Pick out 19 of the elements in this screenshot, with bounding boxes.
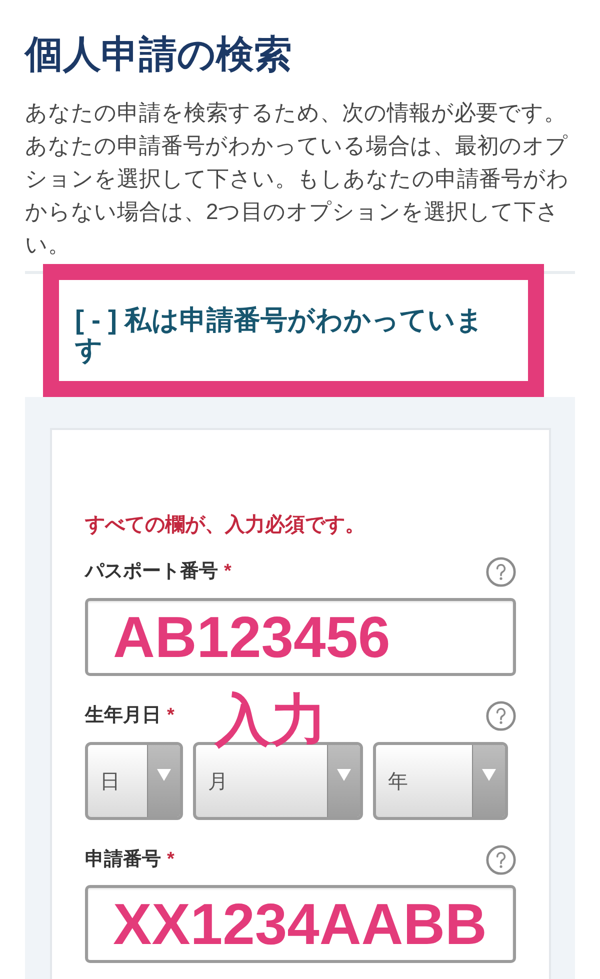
required-mark: *: [167, 848, 174, 872]
input-field[interactable]: XX1234AABB: [85, 885, 516, 963]
caret-icon: [472, 745, 505, 817]
caret-icon: [147, 745, 180, 817]
page-title: 個人申請の検索: [25, 33, 293, 78]
input-field[interactable]: AB123456: [85, 598, 516, 676]
required-mark: *: [224, 560, 232, 584]
field-label: 申請番号: [85, 848, 161, 872]
caret-icon: [327, 745, 360, 817]
field-label: 生年月日: [85, 704, 161, 728]
select-dropdown[interactable]: 日: [85, 742, 183, 820]
help-icon[interactable]: [486, 845, 516, 875]
required-mark: *: [167, 704, 174, 728]
help-icon[interactable]: [486, 557, 516, 587]
field-label: パスポート番号: [85, 560, 218, 584]
intro-text: あなたの申請を検索するため、次の情報が必要です。あなたの申請番号がわかっている場合は、最初のオプションを選択して下さい。もしあなたの申請番号がわからない場合は、2つ目のオプションを選択して下さい。: [25, 99, 570, 259]
help-icon[interactable]: [486, 701, 516, 731]
select-dropdown[interactable]: 年: [373, 742, 508, 820]
required-notice: すべての欄が、入力必須です。: [85, 512, 366, 538]
